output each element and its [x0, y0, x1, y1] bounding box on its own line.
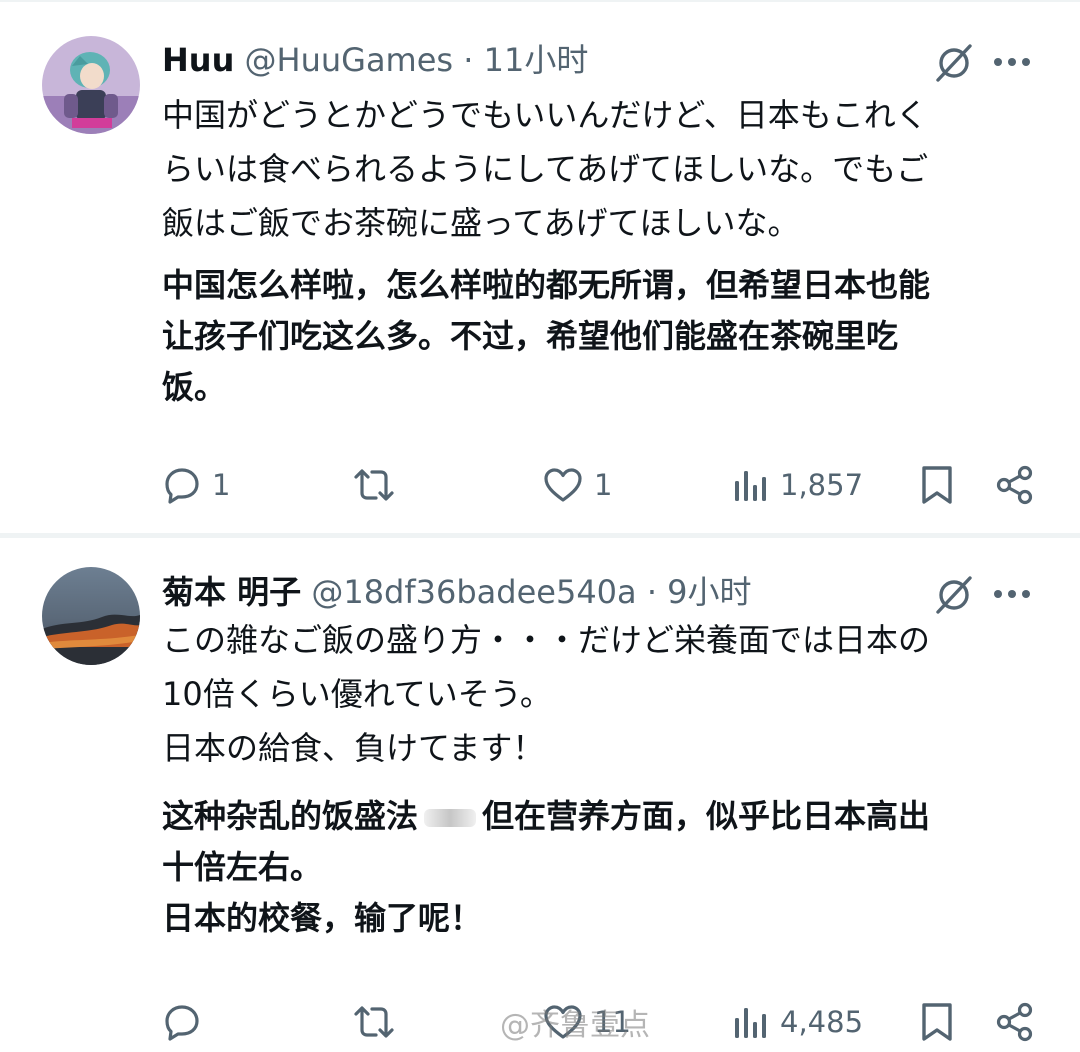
like-button[interactable]: 1	[542, 455, 612, 515]
tweet-text: 中国がどうとかどうでもいいんだけど、日本もこれく らいは食べられるようにしてあげ…	[162, 88, 1040, 250]
user-handle[interactable]: @HuuGames	[245, 41, 454, 79]
grok-icon[interactable]	[932, 572, 976, 616]
heart-icon	[544, 468, 582, 502]
separator-dot: ·	[646, 573, 657, 611]
reply-icon	[165, 1005, 199, 1041]
views-button[interactable]: 1,857	[732, 455, 863, 515]
translation-line: 让孩子们吃这么多。不过，希望他们能盛在茶碗里吃	[162, 317, 899, 355]
views-count: 1,857	[780, 468, 864, 502]
translation-text: 这种杂乱的饭盛法 但在营养方面，似乎比日本高出 十倍左右。 日本的校餐，输了呢！	[162, 791, 1040, 944]
share-icon	[996, 1002, 1033, 1042]
views-icon	[735, 1008, 766, 1038]
views-button[interactable]: 4,485	[732, 992, 863, 1052]
translation-text: 中国怎么样啦，怎么样啦的都无所谓，但希望日本也能 让孩子们吃这么多。不过，希望他…	[162, 260, 1040, 413]
separator-dot: ·	[463, 41, 474, 79]
views-icon	[735, 471, 766, 501]
avatar[interactable]	[42, 567, 140, 665]
translation-segment: 这种杂乱的饭盛法	[162, 797, 419, 835]
timestamp[interactable]: 11小时	[484, 41, 589, 79]
views-count: 4,485	[780, 1005, 864, 1039]
repost-icon	[354, 1006, 394, 1038]
translation-line: 这种杂乱的饭盛法 但在营养方面，似乎比日本高出	[162, 791, 1040, 842]
translation-line: 饭。	[162, 368, 227, 406]
blurred-region	[424, 809, 477, 827]
repost-button[interactable]	[352, 992, 406, 1052]
share-icon	[996, 465, 1033, 505]
translation-line: 日本的校餐，输了呢！	[162, 899, 483, 937]
grok-icon[interactable]	[932, 40, 976, 84]
avatar[interactable]	[42, 36, 140, 134]
action-bar: 1 1 1,857	[0, 455, 1080, 515]
tweet-text-line: この雑なご飯の盛り方・・・だけど栄養面では日本の	[162, 621, 931, 659]
share-button[interactable]	[995, 455, 1035, 515]
timestamp[interactable]: 9小时	[667, 573, 751, 611]
tweet[interactable]: 菊本 明子 @18df36badee540a · 9小时 この雑なご飯の盛り方・…	[0, 536, 1080, 1042]
tweet-header: Huu @HuuGames · 11小时	[162, 38, 960, 82]
tweet-text-line: 飯はご飯でお茶碗に盛ってあげてほしいな。	[162, 204, 800, 242]
reply-button[interactable]: 1	[162, 455, 230, 515]
reply-count: 1	[212, 468, 231, 502]
more-icon[interactable]	[988, 40, 1036, 84]
user-handle[interactable]: @18df36badee540a	[311, 573, 636, 611]
bookmark-button[interactable]	[918, 992, 956, 1052]
repost-button[interactable]	[352, 455, 406, 515]
bookmark-button[interactable]	[918, 455, 956, 515]
like-count: 1	[594, 468, 613, 502]
tweet-header: 菊本 明子 @18df36badee540a · 9小时	[162, 570, 960, 614]
share-button[interactable]	[995, 992, 1035, 1052]
tweet-text-line: 10倍くらい優れていそう。	[162, 675, 552, 713]
watermark: @齐鲁壹点	[500, 1008, 650, 1043]
bookmark-icon	[922, 1003, 952, 1041]
translation-line: 十倍左右。	[162, 848, 323, 886]
reply-button[interactable]	[162, 992, 212, 1052]
display-name[interactable]: Huu	[162, 41, 234, 79]
tweet-text-line: らいは食べられるようにしてあげてほしいな。でもご	[162, 150, 929, 188]
tweet-text: この雑なご飯の盛り方・・・だけど栄養面では日本の 10倍くらい優れていそう。 日…	[162, 613, 1040, 775]
tweet-text-line: 中国がどうとかどうでもいいんだけど、日本もこれく	[162, 96, 928, 134]
translation-line: 中国怎么样啦，怎么样啦的都无所谓，但希望日本也能	[162, 266, 931, 304]
bookmark-icon	[922, 466, 952, 504]
tweet-text-line: 日本の給食、負けてます！	[162, 729, 545, 767]
reply-icon	[165, 468, 199, 504]
more-icon[interactable]	[988, 572, 1036, 616]
translation-segment: 但在营养方面，似乎比日本高出	[482, 797, 931, 835]
tweet[interactable]: Huu @HuuGames · 11小时 中国がどうとかどうでもいいんだけど、日…	[0, 0, 1080, 536]
display-name[interactable]: 菊本 明子	[162, 573, 301, 611]
repost-icon	[354, 469, 394, 501]
